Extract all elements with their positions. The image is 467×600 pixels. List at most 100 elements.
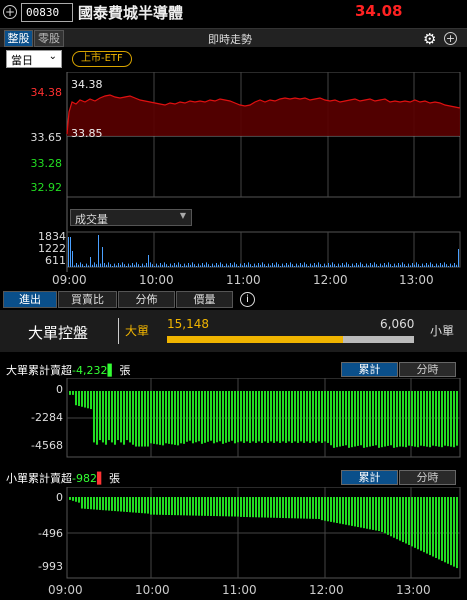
volume-frame bbox=[66, 231, 461, 268]
big-cum-bar bbox=[168, 391, 170, 444]
small-cum-toggle-cumulative[interactable]: 累計 bbox=[341, 470, 398, 485]
time-label: 11:00 bbox=[226, 273, 261, 287]
volume-bar bbox=[130, 265, 131, 267]
small-cum-toggle-interval[interactable]: 分時 bbox=[399, 470, 456, 485]
volume-bar bbox=[360, 262, 361, 267]
small-cum-bar bbox=[339, 497, 341, 524]
volume-bar bbox=[280, 266, 281, 267]
volume-bar bbox=[114, 263, 115, 267]
inner-high-label: 34.38 bbox=[71, 78, 103, 91]
big-cum-grid bbox=[66, 378, 461, 458]
volume-bar bbox=[200, 265, 201, 267]
small-cum-bar bbox=[99, 497, 101, 510]
big-cum-toggle-interval[interactable]: 分時 bbox=[399, 362, 456, 377]
volume-bar bbox=[292, 264, 293, 267]
divider bbox=[118, 318, 119, 344]
big-cum-bar bbox=[282, 391, 284, 442]
period-select[interactable]: 當日 ⌄ bbox=[6, 50, 62, 68]
small-cum-bar bbox=[108, 497, 110, 511]
big-cum-bar bbox=[435, 391, 437, 447]
volume-bar bbox=[88, 265, 89, 267]
stock-code-input[interactable]: 00830 bbox=[21, 3, 73, 22]
volume-bar bbox=[196, 266, 197, 267]
tab-whole-lot[interactable]: 整股 bbox=[4, 30, 33, 47]
big-cum-bar bbox=[351, 391, 353, 448]
big-cum-bar bbox=[270, 391, 272, 442]
big-cum-bar bbox=[363, 391, 365, 448]
small-cum-bar bbox=[93, 497, 95, 510]
big-cum-bar bbox=[135, 391, 137, 447]
volume-bar bbox=[124, 264, 125, 267]
big-cum-bar bbox=[150, 391, 152, 444]
small-cum-bar bbox=[129, 497, 131, 513]
volume-bar bbox=[376, 264, 377, 267]
volume-bar bbox=[284, 265, 285, 267]
small-cum-bar bbox=[432, 497, 434, 557]
small-cum-bar bbox=[228, 497, 230, 517]
tab-odd-lot[interactable]: 零股 bbox=[34, 30, 64, 47]
big-cum-bar bbox=[414, 391, 416, 447]
big-cum-bar bbox=[438, 391, 440, 447]
big-cum-bar bbox=[402, 391, 404, 447]
big-cum-bar bbox=[330, 391, 332, 446]
big-cum-bar bbox=[144, 391, 146, 447]
volume-bar bbox=[240, 263, 241, 267]
tab-distribution[interactable]: 分佈 bbox=[118, 291, 175, 308]
small-cum-bar bbox=[72, 497, 74, 501]
small-cum-bar bbox=[171, 497, 173, 516]
add-icon[interactable]: + bbox=[444, 32, 457, 45]
big-cum-bar bbox=[357, 391, 359, 446]
small-cum-bar bbox=[177, 497, 179, 516]
big-cum-bar bbox=[219, 391, 221, 442]
volume-bar bbox=[154, 266, 155, 267]
volume-bar bbox=[68, 237, 69, 267]
big-cum-bar bbox=[324, 391, 326, 442]
big-cum-bar bbox=[408, 391, 410, 446]
volume-bar bbox=[158, 265, 159, 267]
volume-bar bbox=[296, 263, 297, 267]
volume-bar bbox=[336, 266, 337, 267]
big-cum-bar bbox=[141, 391, 143, 447]
small-cum-bar bbox=[351, 497, 353, 526]
volume-bar bbox=[342, 263, 343, 267]
price-tick-ref: 33.65 bbox=[30, 131, 63, 144]
small-cum-bar bbox=[114, 497, 116, 512]
small-cum-bar bbox=[354, 497, 356, 527]
volume-select[interactable]: 成交量 ▼ bbox=[70, 209, 192, 226]
small-cum-bar bbox=[150, 497, 152, 515]
gear-icon[interactable]: ⚙ bbox=[423, 30, 436, 48]
volume-bar bbox=[416, 262, 417, 267]
volume-bar bbox=[150, 262, 151, 267]
small-cum-bar bbox=[117, 497, 119, 512]
volume-bar bbox=[242, 265, 243, 267]
tab-price-volume[interactable]: 價量 bbox=[176, 291, 233, 308]
volume-bar bbox=[176, 264, 177, 267]
big-order-value: 15,148 bbox=[167, 317, 209, 331]
volume-bar bbox=[298, 265, 299, 267]
info-icon[interactable]: i bbox=[240, 292, 255, 307]
volume-bar bbox=[84, 266, 85, 267]
big-cum-bar bbox=[264, 391, 266, 442]
big-cum-bar bbox=[249, 391, 251, 443]
volume-bar bbox=[294, 266, 295, 267]
small-cum-bar bbox=[69, 497, 71, 500]
big-cum-bar bbox=[393, 391, 395, 448]
big-cum-bar bbox=[153, 391, 155, 444]
small-cum-bar bbox=[162, 497, 164, 515]
add-icon[interactable]: + bbox=[3, 5, 17, 19]
volume-bar bbox=[112, 266, 113, 267]
small-cum-bar bbox=[186, 497, 188, 516]
tab-inout[interactable]: 進出 bbox=[3, 291, 57, 308]
small-cum-bar bbox=[297, 497, 299, 519]
volume-bar bbox=[266, 266, 267, 267]
big-cum-toggle-cumulative[interactable]: 累計 bbox=[341, 362, 398, 377]
volume-bar bbox=[344, 264, 345, 267]
big-cum-bar bbox=[225, 391, 227, 443]
current-price: 34.08 bbox=[355, 2, 403, 20]
volume-bar bbox=[448, 266, 449, 267]
tab-buy-sell-ratio[interactable]: 買賣比 bbox=[58, 291, 117, 308]
small-cum-bar bbox=[141, 497, 143, 514]
small-order-label: 小單 bbox=[430, 324, 455, 338]
big-tick-1: -2284 bbox=[31, 411, 63, 424]
time-label: 13:00 bbox=[399, 273, 434, 287]
